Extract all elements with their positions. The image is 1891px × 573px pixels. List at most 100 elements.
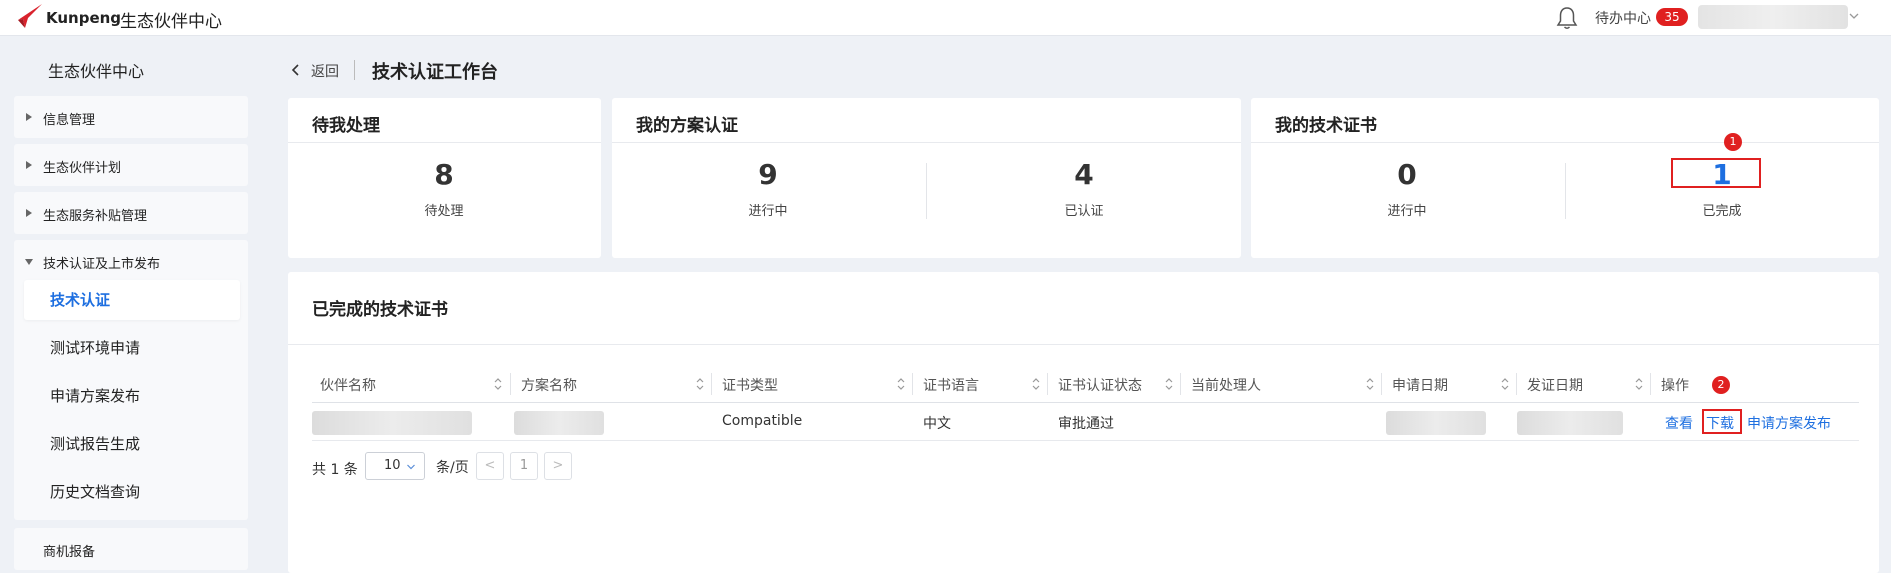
column-separator — [1180, 373, 1181, 395]
stat-divider — [926, 163, 927, 219]
caret-right-icon — [26, 161, 32, 169]
step-marker-2: 2 — [1712, 376, 1730, 394]
col-header-apply-date[interactable]: 申请日期 — [1392, 375, 1448, 395]
next-page-button[interactable]: > — [544, 452, 572, 480]
sidebar-subitem-solution-release[interactable]: 申请方案发布 — [24, 376, 240, 416]
card-title: 我的技术证书 — [1275, 116, 1377, 136]
completed-certs-panel: 已完成的技术证书 伙伴名称 方案名称 证书类型 证书语言 证书认证状态 当前处理… — [288, 272, 1879, 573]
caret-right-icon — [26, 113, 32, 121]
chevron-left-icon[interactable] — [290, 63, 302, 77]
panel-divider — [288, 344, 1879, 345]
caret-down-icon — [25, 259, 33, 265]
pager-total: 共 1 条 — [312, 462, 358, 478]
col-header-handler[interactable]: 当前处理人 — [1191, 375, 1261, 395]
sidebar-item-label: 生态伙伴计划 — [43, 161, 122, 176]
sidebar-item-subsidy-management[interactable]: 生态服务补贴管理 — [14, 192, 248, 234]
solution-certified-label: 已认证 — [1064, 204, 1104, 219]
col-header-cert-lang[interactable]: 证书语言 — [923, 375, 979, 395]
cert-type-cell: Compatible — [722, 413, 803, 429]
col-header-issue-date[interactable]: 发证日期 — [1527, 375, 1583, 395]
sidebar-title: 生态伙伴中心 — [48, 62, 145, 81]
stat-divider — [1565, 163, 1566, 219]
kunpeng-logo-icon[interactable] — [16, 2, 44, 30]
apply-date-cell — [1386, 411, 1486, 435]
partner-name-cell — [312, 411, 472, 435]
sidebar-subitem-test-report[interactable]: 测试报告生成 — [24, 424, 240, 464]
page-title: 技术认证工作台 — [372, 62, 498, 83]
cert-lang-cell: 中文 — [923, 416, 951, 432]
column-separator — [711, 373, 712, 395]
sidebar-item-opportunity-report[interactable]: 商机报备 — [14, 528, 248, 570]
column-separator — [1650, 373, 1651, 395]
solution-in-progress-label: 进行中 — [748, 204, 788, 219]
card-pending: 待我处理 8 待处理 — [288, 98, 601, 258]
pager-per-page-label: 条/页 — [436, 460, 469, 476]
highlight-box — [1671, 158, 1761, 188]
column-separator — [1516, 373, 1517, 395]
sort-icon[interactable] — [896, 376, 906, 392]
card-my-solution-cert: 我的方案认证 9 进行中 4 已认证 — [612, 98, 1241, 258]
sidebar-item-partner-program[interactable]: 生态伙伴计划 — [14, 144, 248, 186]
table-header-border — [312, 402, 1859, 403]
sort-icon[interactable] — [695, 376, 705, 392]
cert-status-cell: 审批通过 — [1058, 416, 1114, 432]
sort-icon[interactable] — [1031, 376, 1041, 392]
solution-certified-count[interactable]: 4 — [984, 158, 1184, 191]
sidebar-subitem-tech-cert[interactable]: 技术认证 — [24, 280, 240, 320]
page-number-button[interactable]: 1 — [510, 452, 538, 480]
bell-icon[interactable] — [1556, 6, 1578, 30]
solution-in-progress-count[interactable]: 9 — [668, 158, 868, 191]
panel-title: 已完成的技术证书 — [312, 300, 448, 320]
col-header-cert-type[interactable]: 证书类型 — [722, 375, 778, 395]
col-header-cert-status[interactable]: 证书认证状态 — [1058, 375, 1142, 395]
sidebar-item-info-management[interactable]: 信息管理 — [14, 96, 248, 138]
prev-page-button[interactable]: < — [476, 452, 504, 480]
sidebar-item-label: 技术认证及上市发布 — [43, 257, 161, 272]
card-title: 待我处理 — [312, 116, 380, 136]
sidebar-subitem-test-env-apply[interactable]: 测试环境申请 — [24, 328, 240, 368]
cert-in-progress-count[interactable]: 0 — [1307, 158, 1507, 191]
sort-icon[interactable] — [1500, 376, 1510, 392]
pending-label: 待处理 — [424, 204, 464, 219]
card-my-tech-certs: 我的技术证书 0 进行中 1 已完成 1 — [1251, 98, 1879, 258]
cert-in-progress-label: 进行中 — [1387, 204, 1427, 219]
col-header-partner[interactable]: 伙伴名称 — [320, 375, 376, 395]
sidebar-subitem-history-docs[interactable]: 历史文档查询 — [24, 472, 240, 512]
issue-date-cell — [1517, 411, 1623, 435]
todo-count-badge: 35 — [1656, 8, 1688, 26]
sidebar-item-tech-cert-release[interactable]: 技术认证及上市发布 — [14, 240, 248, 282]
sidebar-item-label: 信息管理 — [43, 113, 96, 128]
card-divider — [1251, 142, 1879, 143]
column-separator — [1047, 373, 1048, 395]
col-header-solution[interactable]: 方案名称 — [521, 375, 577, 395]
column-separator — [510, 373, 511, 395]
step-marker-1: 1 — [1724, 133, 1742, 151]
sort-icon[interactable] — [493, 376, 503, 392]
top-bar: Kunpeng 生态伙伴中心 待办中心 35 — [0, 0, 1891, 36]
page-size-select[interactable]: 10 — [365, 452, 425, 480]
header-divider — [354, 60, 355, 80]
column-separator — [912, 373, 913, 395]
sort-icon[interactable] — [1634, 376, 1644, 392]
column-separator — [1381, 373, 1382, 395]
logo-text[interactable]: Kunpeng — [46, 9, 121, 27]
pending-count[interactable]: 8 — [344, 158, 544, 191]
chevron-down-icon — [407, 464, 415, 470]
todo-center-link[interactable]: 待办中心 — [1595, 8, 1651, 28]
highlight-box — [1702, 409, 1742, 434]
card-divider — [288, 142, 601, 143]
apply-solution-release-link[interactable]: 申请方案发布 — [1747, 413, 1831, 433]
view-link[interactable]: 查看 — [1665, 413, 1693, 433]
sidebar-item-label: 商机报备 — [43, 545, 96, 560]
back-link[interactable]: 返回 — [311, 61, 339, 81]
cert-completed-label: 已完成 — [1702, 204, 1742, 219]
card-divider — [612, 142, 1241, 143]
user-account-menu[interactable] — [1698, 5, 1848, 29]
sort-icon[interactable] — [1164, 376, 1174, 392]
solution-name-cell[interactable] — [514, 411, 604, 435]
sort-icon[interactable] — [1365, 376, 1375, 392]
chevron-down-icon[interactable] — [1848, 10, 1860, 22]
col-header-actions: 操作 — [1661, 378, 1689, 394]
app-title: 生态伙伴中心 — [120, 12, 222, 32]
sidebar-item-label: 生态服务补贴管理 — [43, 209, 148, 224]
